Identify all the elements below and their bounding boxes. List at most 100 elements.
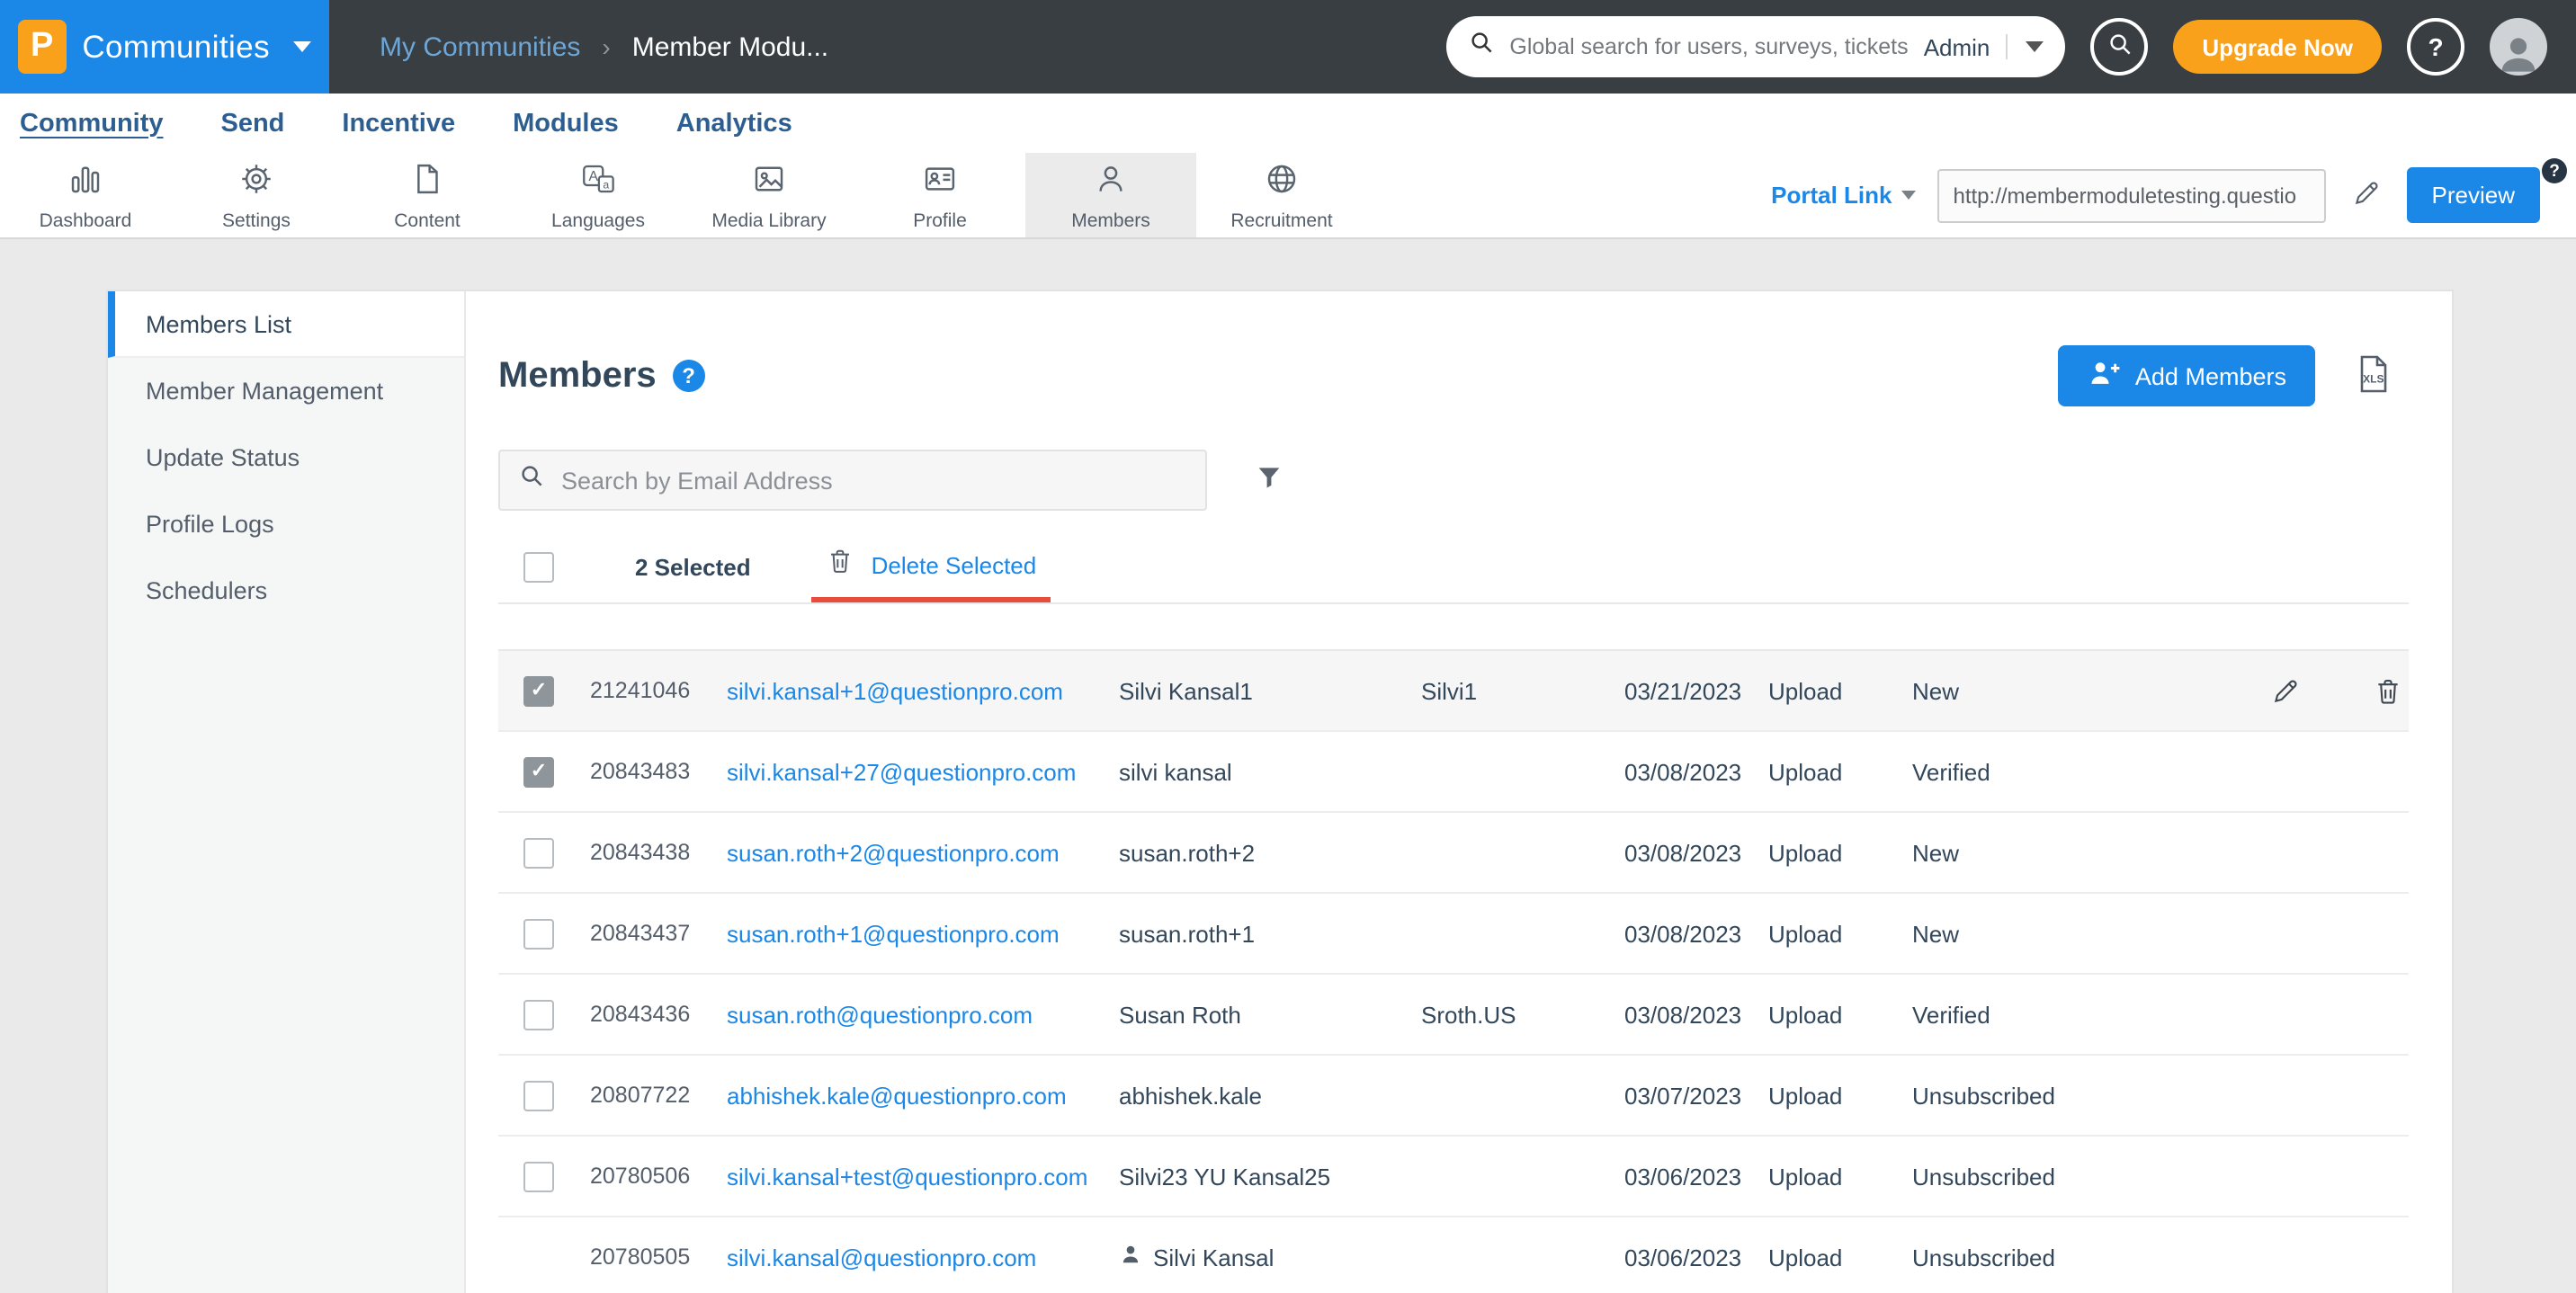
module-toolbar: Dashboard Settings Content Aa Languages … bbox=[0, 153, 2576, 239]
select-all-checkbox[interactable] bbox=[523, 552, 554, 583]
sidebar-item-profile-logs[interactable]: Profile Logs bbox=[108, 491, 464, 557]
person-icon bbox=[1092, 159, 1130, 206]
chevron-down-icon bbox=[1901, 191, 1916, 200]
app-name: Communities bbox=[82, 28, 270, 66]
member-id: 20843438 bbox=[590, 840, 727, 865]
filter-button[interactable] bbox=[1254, 462, 1284, 498]
member-email[interactable]: silvi.kansal+test@questionpro.com bbox=[727, 1163, 1087, 1190]
portal-url-input[interactable] bbox=[1937, 168, 2326, 222]
search-scope-label: Admin bbox=[1924, 33, 2007, 60]
globe-icon bbox=[1263, 159, 1301, 206]
member-first-name-text: silvi kansal bbox=[1119, 758, 1232, 785]
member-email[interactable]: susan.roth+2@questionpro.com bbox=[727, 839, 1060, 866]
member-status: New bbox=[1912, 920, 2236, 947]
row-checkbox[interactable] bbox=[523, 675, 554, 706]
member-status: Verified bbox=[1912, 758, 2236, 785]
portal-link-group: Portal Link Preview bbox=[1771, 153, 2576, 237]
row-checkbox[interactable] bbox=[523, 1161, 554, 1191]
breadcrumb-separator: › bbox=[602, 32, 610, 61]
preview-button[interactable]: Preview bbox=[2407, 167, 2541, 223]
export-xls-button[interactable]: XLS bbox=[2351, 350, 2394, 402]
member-first-name-text: susan.roth+1 bbox=[1119, 920, 1255, 947]
toolbar-item-content[interactable]: Content bbox=[342, 153, 513, 237]
toolbar-help-badge[interactable]: ? bbox=[2542, 158, 2567, 183]
toolbar-item-languages[interactable]: Aa Languages bbox=[513, 153, 684, 237]
toolbar-item-recruitment[interactable]: Recruitment bbox=[1196, 153, 1367, 237]
row-checkbox[interactable] bbox=[523, 756, 554, 787]
help-button[interactable]: ? bbox=[2407, 18, 2464, 76]
nav-item-send[interactable]: Send bbox=[221, 109, 285, 138]
add-members-button[interactable]: Add Members bbox=[2058, 345, 2315, 406]
edit-portal-url-button[interactable] bbox=[2348, 174, 2385, 217]
row-checkbox[interactable] bbox=[523, 999, 554, 1030]
member-email[interactable]: susan.roth@questionpro.com bbox=[727, 1001, 1033, 1028]
member-source: Upload bbox=[1768, 1082, 1912, 1109]
delete-selected-button[interactable]: Delete Selected bbox=[812, 532, 1051, 602]
member-id: 20843436 bbox=[590, 1002, 727, 1027]
app-window: P Communities My Communities › Member Mo… bbox=[0, 0, 2576, 1293]
sidebar-item-members-list[interactable]: Members List bbox=[108, 291, 464, 358]
nav-item-analytics[interactable]: Analytics bbox=[676, 109, 792, 138]
member-joined-date: 03/08/2023 bbox=[1624, 1001, 1768, 1028]
sidebar-item-member-management[interactable]: Member Management bbox=[108, 358, 464, 424]
search-icon bbox=[518, 462, 545, 498]
delete-member-icon[interactable] bbox=[2373, 675, 2403, 706]
svg-text:XLS: XLS bbox=[2363, 372, 2384, 385]
email-search-input[interactable] bbox=[545, 467, 1187, 494]
breadcrumb-current: Member Modu... bbox=[632, 31, 828, 62]
topbar: P Communities My Communities › Member Mo… bbox=[0, 0, 2576, 94]
toolbar-item-media-library[interactable]: Media Library bbox=[684, 153, 854, 237]
avatar[interactable] bbox=[2490, 18, 2547, 76]
row-checkbox[interactable] bbox=[523, 837, 554, 868]
table-search-row bbox=[498, 450, 2409, 511]
bar-chart-icon bbox=[67, 159, 104, 206]
member-row: 21241046 silvi.kansal+1@questionpro.com … bbox=[498, 651, 2409, 732]
row-checkbox[interactable] bbox=[523, 918, 554, 949]
member-email[interactable]: silvi.kansal@questionpro.com bbox=[727, 1244, 1036, 1271]
breadcrumb-parent-link[interactable]: My Communities bbox=[380, 31, 580, 62]
trash-icon bbox=[827, 546, 855, 584]
upgrade-now-button[interactable]: Upgrade Now bbox=[2173, 20, 2382, 74]
search-scope-dropdown[interactable] bbox=[2006, 34, 2047, 59]
toolbar-item-profile[interactable]: Profile bbox=[854, 153, 1025, 237]
edit-member-icon[interactable] bbox=[2270, 675, 2301, 706]
member-row: 20780506 silvi.kansal+test@questionpro.c… bbox=[498, 1137, 2409, 1217]
member-joined-date: 03/06/2023 bbox=[1624, 1244, 1768, 1271]
member-first-name-text: abhishek.kale bbox=[1119, 1082, 1262, 1109]
member-email[interactable]: susan.roth+1@questionpro.com bbox=[727, 920, 1060, 947]
nav-item-incentive[interactable]: Incentive bbox=[342, 109, 455, 138]
sidebar: Members List Member Management Update St… bbox=[108, 291, 466, 1293]
nav-item-modules[interactable]: Modules bbox=[513, 109, 619, 138]
member-id: 20807722 bbox=[590, 1083, 727, 1108]
translate-icon: Aa bbox=[579, 159, 617, 206]
global-search: Admin bbox=[1446, 16, 2065, 77]
image-icon bbox=[750, 159, 788, 206]
member-joined-date: 03/08/2023 bbox=[1624, 920, 1768, 947]
toolbar-item-settings[interactable]: Settings bbox=[171, 153, 342, 237]
sidebar-item-update-status[interactable]: Update Status bbox=[108, 424, 464, 491]
member-status: Unsubscribed bbox=[1912, 1163, 2236, 1190]
app-switcher[interactable]: P Communities bbox=[0, 0, 329, 94]
chevron-down-icon bbox=[293, 41, 311, 52]
toolbar-item-dashboard[interactable]: Dashboard bbox=[0, 153, 171, 237]
content-area: Members List Member Management Update St… bbox=[0, 239, 2576, 1293]
row-checkbox[interactable] bbox=[523, 1080, 554, 1110]
portal-link-dropdown[interactable]: Portal Link bbox=[1771, 182, 1915, 209]
global-search-input[interactable] bbox=[1495, 34, 1923, 59]
member-status: New bbox=[1912, 839, 2236, 866]
member-source: Upload bbox=[1768, 1244, 1912, 1271]
members-help-badge[interactable]: ? bbox=[673, 360, 705, 392]
member-email[interactable]: silvi.kansal+1@questionpro.com bbox=[727, 677, 1063, 704]
member-id: 20780506 bbox=[590, 1164, 727, 1189]
toolbar-item-members[interactable]: Members bbox=[1025, 153, 1196, 237]
sidebar-item-schedulers[interactable]: Schedulers bbox=[108, 557, 464, 624]
chevron-down-icon bbox=[2026, 41, 2044, 52]
member-source: Upload bbox=[1768, 677, 1912, 704]
member-email[interactable]: silvi.kansal+27@questionpro.com bbox=[727, 758, 1076, 785]
member-email[interactable]: abhishek.kale@questionpro.com bbox=[727, 1082, 1067, 1109]
member-joined-date: 03/06/2023 bbox=[1624, 1163, 1768, 1190]
search-toggle-button[interactable] bbox=[2090, 18, 2148, 76]
member-id: 20843437 bbox=[590, 921, 727, 946]
nav-item-community[interactable]: Community bbox=[20, 109, 164, 138]
selection-bar: 2 Selected Delete Selected bbox=[498, 532, 2409, 604]
